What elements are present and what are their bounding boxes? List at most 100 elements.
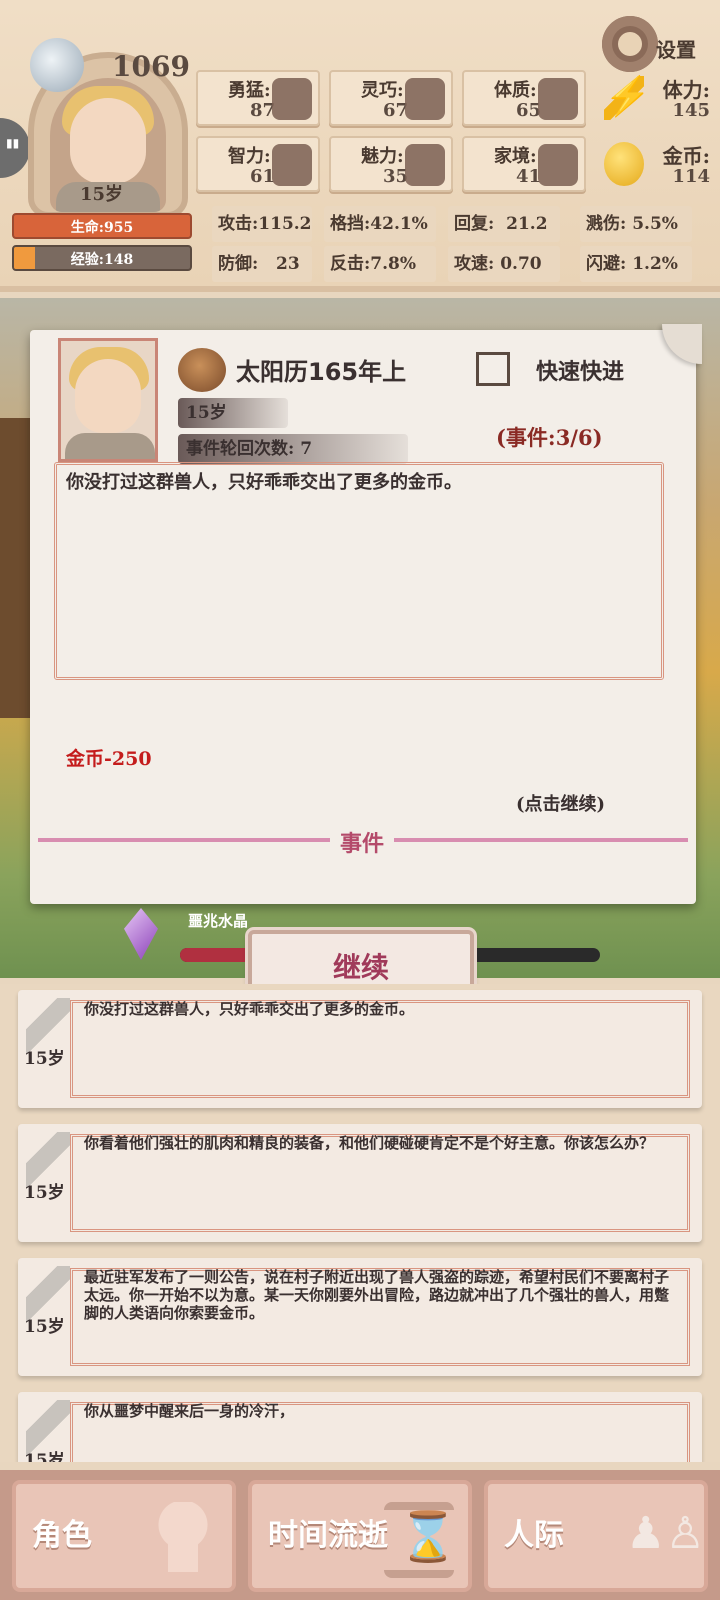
attr-constitution[interactable]: 体质: 65 bbox=[462, 70, 586, 126]
event-text: 你没打过这群兽人，只好乖乖交出了更多的金币。 bbox=[66, 472, 462, 493]
log-age: 15岁 bbox=[24, 1317, 65, 1337]
gear-icon bbox=[602, 16, 658, 72]
event-cycle-label: 事件轮回次数: bbox=[186, 439, 295, 459]
log-age: 15岁 bbox=[24, 1183, 65, 1203]
event-date: 太阳历165年上 bbox=[236, 358, 407, 386]
stat-label: 溅伤: bbox=[586, 214, 627, 234]
log-text: 你没打过这群兽人，只好乖乖交出了更多的金币。 bbox=[84, 1000, 415, 1018]
portrait-body bbox=[65, 433, 155, 459]
event-cycle-tag: 事件轮回次数: 7 bbox=[178, 434, 408, 464]
stat-value: 7.8% bbox=[370, 254, 417, 274]
stat-label: 反击: bbox=[330, 254, 371, 274]
xp-bar: 经验:148 bbox=[12, 245, 192, 271]
xp-label: 经验:148 bbox=[70, 252, 134, 268]
log-entry: 15岁 你没打过这群兽人，只好乖乖交出了更多的金币。 bbox=[18, 990, 702, 1108]
nav-label: 时间流逝 bbox=[268, 1518, 388, 1553]
brain-icon bbox=[272, 144, 312, 186]
log-entry: 15岁 最近驻军发布了一则公告，说在村子附近出现了兽人强盗的踪迹，希望村民们不要… bbox=[18, 1258, 702, 1376]
stamina-value: 145 bbox=[672, 100, 710, 121]
fast-forward-label[interactable]: 快速快进 bbox=[536, 354, 624, 386]
gold-resource[interactable]: 金币: 114 bbox=[602, 136, 710, 192]
stat-label: 攻速: bbox=[454, 254, 495, 274]
event-cycle-value: 7 bbox=[300, 439, 313, 459]
attr-label: 灵巧: bbox=[361, 80, 404, 101]
event-portrait bbox=[58, 338, 158, 462]
stat-value: 0.70 bbox=[500, 254, 542, 274]
spirit-icon bbox=[30, 38, 84, 92]
event-age: 15岁 bbox=[186, 403, 227, 423]
event-footer-label: 事件 bbox=[330, 826, 395, 858]
stamina-label: 体力: bbox=[662, 78, 710, 102]
stat-attack: 攻击:115.2 bbox=[212, 206, 312, 242]
stat-value: 42.1% bbox=[370, 214, 428, 234]
event-counter: (事件:3/6) bbox=[496, 425, 603, 450]
gold-coin-icon bbox=[604, 142, 644, 186]
paper-curl bbox=[662, 324, 702, 364]
nav-character[interactable]: 角色 bbox=[12, 1480, 236, 1592]
nav-time-pass[interactable]: 时间流逝 bbox=[248, 1480, 472, 1592]
character-icon bbox=[148, 1502, 218, 1578]
stat-label: 回复: bbox=[454, 214, 495, 234]
stat-value: 5.5% bbox=[632, 214, 678, 234]
stat-block: 格挡:42.1% bbox=[324, 206, 436, 242]
event-log[interactable]: 15岁 你没打过这群兽人，只好乖乖交出了更多的金币。 15岁 你看着他们强壮的肌… bbox=[0, 984, 720, 1462]
settings-button[interactable]: 设置 bbox=[602, 14, 712, 78]
event-text-frame bbox=[54, 462, 664, 680]
hp-label: 生命:955 bbox=[70, 220, 134, 236]
log-text: 你看着他们强壮的肌肉和精良的装备，和他们硬碰硬肯定不是个好主意。你该怎么办？ bbox=[84, 1134, 655, 1152]
stat-attack-speed: 攻速: 0.70 bbox=[448, 246, 560, 282]
player-score: 1069 bbox=[112, 50, 190, 83]
fist-icon bbox=[272, 78, 312, 120]
player-age: 15岁 bbox=[80, 184, 124, 205]
gold-value: 114 bbox=[672, 166, 710, 187]
hp-bar: 生命:955 bbox=[12, 213, 192, 239]
muscle-icon bbox=[538, 78, 578, 120]
stamina-resource[interactable]: 体力: 145 bbox=[602, 70, 710, 126]
crystal-progress-fill bbox=[180, 948, 248, 962]
stat-value: 115.2 bbox=[258, 214, 312, 234]
attr-label: 体质: bbox=[494, 80, 537, 101]
stat-value: 23 bbox=[276, 254, 300, 274]
attr-agility[interactable]: 灵巧: 67 bbox=[329, 70, 453, 126]
nav-label: 人际 bbox=[504, 1518, 564, 1553]
lightning-icon bbox=[604, 74, 651, 120]
stat-regen: 回复: 21.2 bbox=[448, 206, 560, 242]
log-text: 最近驻军发布了一则公告，说在村子附近出现了兽人强盗的踪迹，希望村民们不要离村子太… bbox=[84, 1268, 670, 1322]
log-text: 你从噩梦中醒来后一身的冷汗， bbox=[84, 1402, 295, 1420]
attr-intelligence[interactable]: 智力: 61 bbox=[196, 136, 320, 192]
hourglass-icon bbox=[384, 1502, 458, 1578]
stat-value: 21.2 bbox=[506, 214, 548, 234]
event-age-tag: 15岁 bbox=[178, 398, 288, 428]
avatar-face bbox=[70, 98, 146, 184]
flower-icon bbox=[405, 144, 445, 186]
nav-relations[interactable]: 人际 bbox=[484, 1480, 708, 1592]
portrait-face bbox=[75, 359, 141, 433]
stat-label: 格挡: bbox=[330, 214, 371, 234]
attr-charm[interactable]: 魅力: 35 bbox=[329, 136, 453, 192]
tap-to-continue[interactable]: (点击继续) bbox=[516, 790, 605, 816]
log-entry: 15岁 你从噩梦中醒来后一身的冷汗， bbox=[18, 1392, 702, 1462]
stat-label: 攻击: bbox=[218, 214, 259, 234]
fast-forward-checkbox[interactable] bbox=[476, 352, 510, 386]
bread-icon bbox=[178, 348, 226, 392]
stat-label: 防御: bbox=[218, 254, 259, 274]
people-icon bbox=[620, 1502, 705, 1578]
nav-label: 角色 bbox=[32, 1518, 92, 1553]
stat-value: 1.2% bbox=[632, 254, 678, 274]
stat-label: 闪避: bbox=[586, 254, 627, 274]
stat-splash: 溅伤: 5.5% bbox=[580, 206, 692, 242]
xp-fill bbox=[14, 247, 36, 269]
attr-family[interactable]: 家境: 41 bbox=[462, 136, 586, 192]
log-age: 15岁 bbox=[24, 1451, 65, 1462]
log-entry: 15岁 你看着他们强壮的肌肉和精良的装备，和他们硬碰硬肯定不是个好主意。你该怎么… bbox=[18, 1124, 702, 1242]
attr-label: 魅力: bbox=[361, 146, 404, 167]
attr-label: 勇猛: bbox=[228, 80, 271, 101]
attr-label: 家境: bbox=[494, 146, 537, 167]
status-panel: 设置 1069 15岁 生命:955 经验:148 勇猛: 87 灵巧: 67 … bbox=[0, 0, 720, 292]
stat-dodge: 闪避: 1.2% bbox=[580, 246, 692, 282]
cloak-icon bbox=[405, 78, 445, 120]
gold-label: 金币: bbox=[662, 144, 710, 168]
event-card[interactable]: 太阳历165年上 快速快进 15岁 事件轮回次数: 7 (事件:3/6) 你没打… bbox=[30, 324, 702, 904]
attr-bravery[interactable]: 勇猛: 87 bbox=[196, 70, 320, 126]
coin-hand-icon bbox=[538, 144, 578, 186]
